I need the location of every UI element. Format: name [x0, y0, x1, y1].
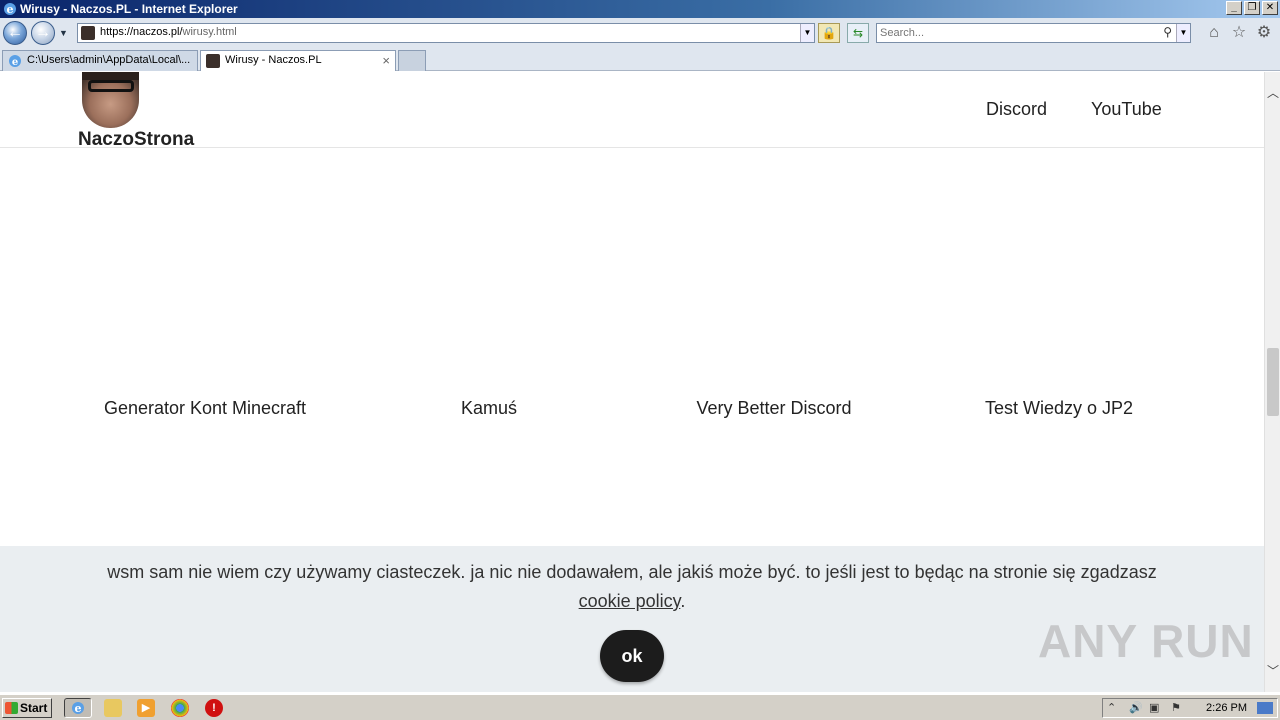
address-dropdown-icon[interactable]: ▼	[800, 24, 814, 42]
new-tab-button[interactable]	[398, 50, 426, 71]
product-title[interactable]: Generator Kont Minecraft	[63, 398, 347, 419]
cookie-policy-link[interactable]: cookie policy	[579, 591, 681, 611]
tab-bar: e C:\Users\admin\AppData\Local\... Wirus…	[0, 48, 1280, 71]
url-text[interactable]: https://naczos.pl/wirusy.html	[100, 26, 237, 38]
product-title[interactable]: Test Wiedzy o JP2	[917, 398, 1201, 419]
chrome-icon[interactable]	[171, 699, 189, 717]
scroll-down-icon[interactable]: ﹀	[1265, 662, 1280, 678]
taskbar-internet-explorer[interactable]: e	[64, 698, 92, 718]
product-title[interactable]: Very Better Discord	[632, 398, 916, 419]
action-center-flag-icon[interactable]: ⚑	[1171, 701, 1181, 714]
lock-icon[interactable]: 🔒	[818, 23, 840, 43]
system-tray: ⌃ 🔊 ▣ ⚑ 2:26 PM	[1102, 698, 1278, 718]
close-window-button[interactable]: ✕	[1262, 1, 1278, 15]
volume-icon[interactable]: 🔊	[1129, 701, 1143, 714]
search-box[interactable]: ⚲ ▼	[876, 23, 1191, 43]
nav-link-discord[interactable]: Discord	[986, 99, 1047, 120]
refresh-icon[interactable]: ⇆	[847, 23, 869, 43]
site-brand[interactable]: NaczoStrona	[78, 129, 194, 151]
watermark-logo: ANY RUN	[1038, 615, 1254, 667]
favorites-star-icon[interactable]: ☆	[1230, 24, 1248, 42]
taskbar: Start e ▶ ! ⌃ 🔊 ▣ ⚑ 2:26 PM	[0, 694, 1280, 720]
tab-wirusy[interactable]: Wirusy - Naczos.PL ×	[200, 50, 396, 71]
cookie-ok-button[interactable]: ok	[600, 630, 664, 682]
site-favicon-icon	[206, 54, 220, 68]
site-header: NaczoStrona Discord YouTube	[0, 72, 1264, 151]
history-dropdown-icon[interactable]: ▼	[59, 28, 68, 38]
tab-local-file[interactable]: e C:\Users\admin\AppData\Local\...	[2, 50, 198, 71]
site-favicon-icon	[81, 26, 95, 40]
nav-link-youtube[interactable]: YouTube	[1091, 99, 1162, 120]
minimize-button[interactable]: _	[1226, 1, 1242, 15]
search-input[interactable]	[880, 26, 1150, 40]
address-bar[interactable]: https://naczos.pl/wirusy.html ▼	[77, 23, 815, 43]
svg-text:e: e	[7, 3, 14, 16]
internet-explorer-icon: e	[4, 3, 16, 16]
folder-icon[interactable]	[104, 699, 122, 717]
scroll-thumb[interactable]	[1267, 348, 1279, 416]
close-tab-icon[interactable]: ×	[382, 51, 390, 70]
window-title: Wirusy - Naczos.PL - Internet Explorer	[20, 2, 238, 16]
internet-explorer-icon: e	[9, 55, 21, 68]
opera-icon[interactable]: !	[205, 699, 223, 717]
forward-button[interactable]: →	[31, 21, 55, 45]
scroll-up-icon[interactable]: ︿	[1265, 84, 1280, 100]
avatar[interactable]	[82, 72, 139, 128]
internet-explorer-icon: e	[72, 702, 84, 715]
network-icon[interactable]: ▣	[1149, 701, 1159, 714]
product-title[interactable]: Kamuś	[347, 398, 631, 419]
cookie-banner: wsm sam nie wiem czy używamy ciasteczek.…	[0, 546, 1264, 692]
window-titlebar: e Wirusy - Naczos.PL - Internet Explorer…	[0, 0, 1280, 18]
windows-logo-icon	[5, 702, 18, 714]
show-desktop-icon[interactable]	[1257, 702, 1273, 714]
media-player-icon[interactable]: ▶	[137, 699, 155, 717]
navigation-bar: ← → ▼ https://naczos.pl/wirusy.html ▼ 🔒 …	[0, 18, 1280, 48]
cookie-text: wsm sam nie wiem czy używamy ciasteczek.…	[107, 562, 1157, 611]
vertical-scrollbar[interactable]: ︿ ﹀	[1264, 72, 1280, 692]
svg-text:e: e	[12, 57, 18, 68]
search-icon[interactable]: ⚲	[1163, 25, 1172, 39]
svg-text:e: e	[75, 702, 82, 715]
tab-label: Wirusy - Naczos.PL	[225, 54, 322, 66]
search-dropdown-icon[interactable]: ▼	[1176, 24, 1190, 42]
page-content: NaczoStrona Discord YouTube Generator Ko…	[0, 72, 1264, 692]
tray-expand-icon[interactable]: ⌃	[1107, 701, 1116, 714]
back-button[interactable]: ←	[3, 21, 27, 45]
clock[interactable]: 2:26 PM	[1206, 702, 1247, 714]
gear-icon[interactable]: ⚙	[1255, 24, 1273, 42]
start-button[interactable]: Start	[2, 698, 52, 718]
restore-button[interactable]: ❐	[1244, 1, 1260, 15]
tab-label: C:\Users\admin\AppData\Local\...	[27, 54, 191, 66]
home-icon[interactable]: ⌂	[1205, 24, 1223, 42]
